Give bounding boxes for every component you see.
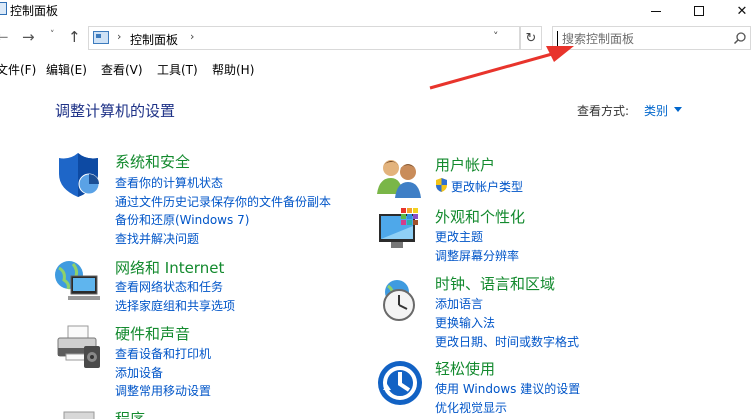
link-troubleshoot[interactable]: 查找并解决问题 [115,230,199,247]
link-change-theme[interactable]: 更改主题 [435,228,483,245]
link-mobility-settings[interactable]: 调整常用移动设置 [115,382,211,399]
control-panel-icon [93,31,109,44]
address-row: ← → ˅ ↑ › 控制面板 › ˅ ↻ [0,24,751,54]
address-bar[interactable]: › 控制面板 › ˅ [88,26,520,50]
refresh-icon: ↻ [525,30,537,46]
window-title: 控制面板 [10,4,59,18]
link-screen-resolution[interactable]: 调整屏幕分辨率 [435,247,519,264]
category-programs-title[interactable]: 程序 [115,408,145,419]
menu-view[interactable]: 查看(V) [101,61,143,78]
minimize-icon [651,10,661,12]
menu-help[interactable]: 帮助(H) [212,61,254,78]
search-icon[interactable] [733,31,747,45]
close-icon: ✕ [736,3,748,19]
maximize-icon [694,6,704,16]
link-view-computer-status[interactable]: 查看你的计算机状态 [115,174,223,191]
category-appearance-title[interactable]: 外观和个性化 [435,206,525,227]
view-by-selector[interactable]: 类别 [644,102,668,119]
category-network-internet-title[interactable]: 网络和 Internet [115,257,224,278]
category-ease-of-access-title[interactable]: 轻松使用 [435,358,495,379]
link-change-input-method[interactable]: 更换输入法 [435,314,495,331]
programs-icon[interactable] [56,408,102,419]
link-optimize-visual-display[interactable]: 优化视觉显示 [435,399,507,416]
clock-globe-icon[interactable] [377,278,423,324]
link-homegroup-sharing[interactable]: 选择家庭组和共享选项 [115,297,235,314]
link-devices-printers[interactable]: 查看设备和打印机 [115,345,211,362]
monitor-palette-icon[interactable] [377,206,423,252]
printer-icon[interactable] [56,324,102,370]
link-network-status-tasks[interactable]: 查看网络状态和任务 [115,278,223,295]
menu-bar: 文件(F) 编辑(E) 查看(V) 工具(T) 帮助(H) [0,57,751,79]
menu-tools[interactable]: 工具(T) [157,61,198,78]
address-history-chevron-icon[interactable]: ˅ [493,30,499,43]
link-add-device[interactable]: 添加设备 [115,364,163,381]
text-cursor [557,31,558,46]
users-icon[interactable] [377,156,423,202]
dropdown-caret-icon[interactable] [674,107,682,112]
globe-network-icon[interactable] [54,258,100,304]
link-backup-restore[interactable]: 备份和还原(Windows 7) [115,211,249,228]
category-user-accounts-title[interactable]: 用户帐户 [435,154,495,175]
menu-file[interactable]: 文件(F) [0,61,36,78]
link-change-account-type[interactable]: 更改帐户类型 [451,178,523,195]
maximize-button[interactable] [676,0,722,22]
up-arrow-icon[interactable]: ↑ [68,28,81,46]
uac-shield-icon [436,178,447,192]
ease-of-access-icon[interactable] [377,360,423,406]
link-date-time-format[interactable]: 更改日期、时间或数字格式 [435,333,579,350]
menu-edit[interactable]: 编辑(E) [46,61,87,78]
control-panel-icon [0,2,7,15]
refresh-button[interactable]: ↻ [520,26,542,50]
close-button[interactable]: ✕ [719,0,751,22]
recent-locations-chevron-icon[interactable]: ˅ [50,30,55,40]
category-system-security-title[interactable]: 系统和安全 [115,151,190,172]
minimize-button[interactable] [633,0,679,22]
category-clock-region-title[interactable]: 时钟、语言和区域 [435,273,555,294]
search-box[interactable] [552,26,751,50]
link-file-history-backup[interactable]: 通过文件历史记录保存你的文件备份副本 [115,193,331,210]
breadcrumb-separator-icon[interactable]: › [117,30,121,43]
title-bar: 控制面板 ✕ [0,0,751,22]
link-windows-recommended-settings[interactable]: 使用 Windows 建议的设置 [435,380,580,397]
breadcrumb-control-panel[interactable]: 控制面板 [130,31,178,48]
shield-icon[interactable] [56,152,102,198]
search-input[interactable] [562,30,722,47]
back-arrow-icon[interactable]: ← [0,28,9,46]
view-by-label: 查看方式: [577,104,630,118]
breadcrumb-separator-icon[interactable]: › [190,30,194,43]
page-title: 调整计算机的设置 [55,102,176,120]
link-add-language[interactable]: 添加语言 [435,295,483,312]
forward-arrow-icon[interactable]: → [22,28,35,46]
category-hardware-sound-title[interactable]: 硬件和声音 [115,323,190,344]
